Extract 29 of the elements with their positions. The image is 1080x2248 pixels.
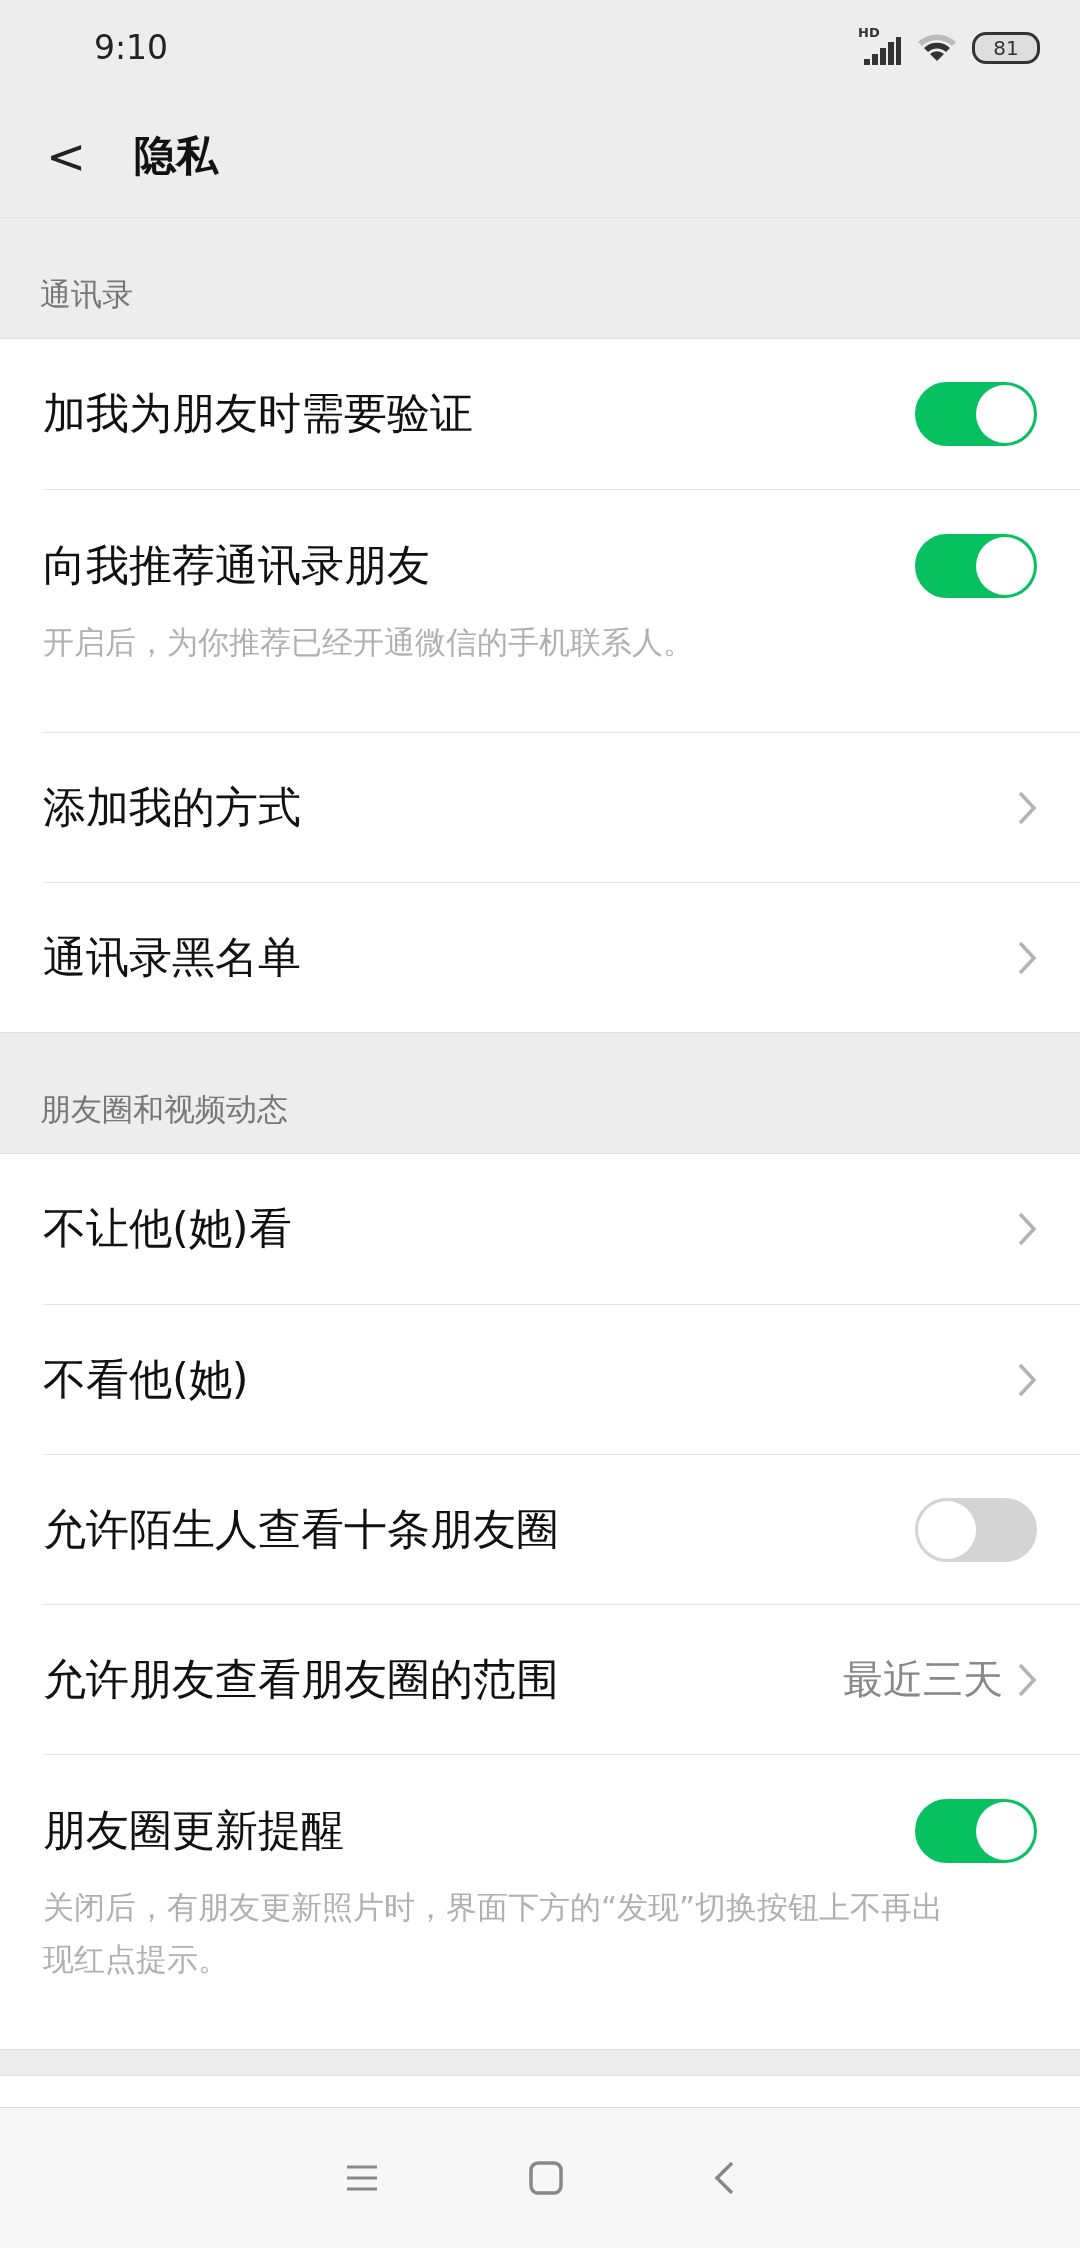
setting-label[interactable]: 允许陌生人查看十条朋友圈 bbox=[43, 1500, 915, 1559]
signal-icon bbox=[862, 36, 902, 65]
setting-label[interactable]: 朋友圈更新提醒 bbox=[43, 1802, 915, 1860]
network-type: HD bbox=[858, 24, 880, 40]
chevron-icon bbox=[1017, 1361, 1037, 1398]
chevron-icon bbox=[1017, 1211, 1037, 1247]
back-button[interactable]: < bbox=[36, 132, 88, 180]
toggle-switch[interactable] bbox=[915, 534, 1037, 598]
back-icon[interactable] bbox=[713, 2161, 735, 2195]
setting-description: 开启后，为你推荐已经开通微信的手机联系人。 bbox=[43, 623, 695, 662]
chevron-icon bbox=[1017, 789, 1037, 826]
status-time: 9:10 bbox=[94, 28, 170, 67]
toggle-switch[interactable] bbox=[915, 1799, 1037, 1863]
setting-label[interactable]: 通讯录黑名单 bbox=[43, 928, 1017, 987]
toggle-switch[interactable] bbox=[915, 382, 1037, 446]
setting-label[interactable]: 不让他(她)看 bbox=[43, 1200, 1017, 1258]
setting-label[interactable]: 允许朋友查看朋友圈的范围 bbox=[43, 1650, 843, 1709]
page-title: 隐私 bbox=[134, 130, 218, 182]
setting-label[interactable]: 添加我的方式 bbox=[43, 778, 1017, 837]
battery-icon: 81 bbox=[972, 31, 1040, 64]
chevron-icon bbox=[1017, 1661, 1037, 1698]
setting-label[interactable]: 不看他(她) bbox=[43, 1350, 1017, 1409]
home-icon[interactable] bbox=[529, 2161, 563, 2195]
setting-label[interactable]: 向我推荐通讯录朋友 bbox=[43, 537, 915, 595]
setting-description: 关闭后，有朋友更新照片时，界面下方的“发现”切换按钮上不再出现红点提示。 bbox=[43, 1888, 945, 1979]
setting-label[interactable]: 加我为朋友时需要验证 bbox=[43, 385, 915, 443]
setting-value: 最近三天 bbox=[843, 1655, 1003, 1704]
chevron-icon bbox=[1017, 939, 1037, 976]
menu-icon[interactable] bbox=[345, 2164, 379, 2192]
